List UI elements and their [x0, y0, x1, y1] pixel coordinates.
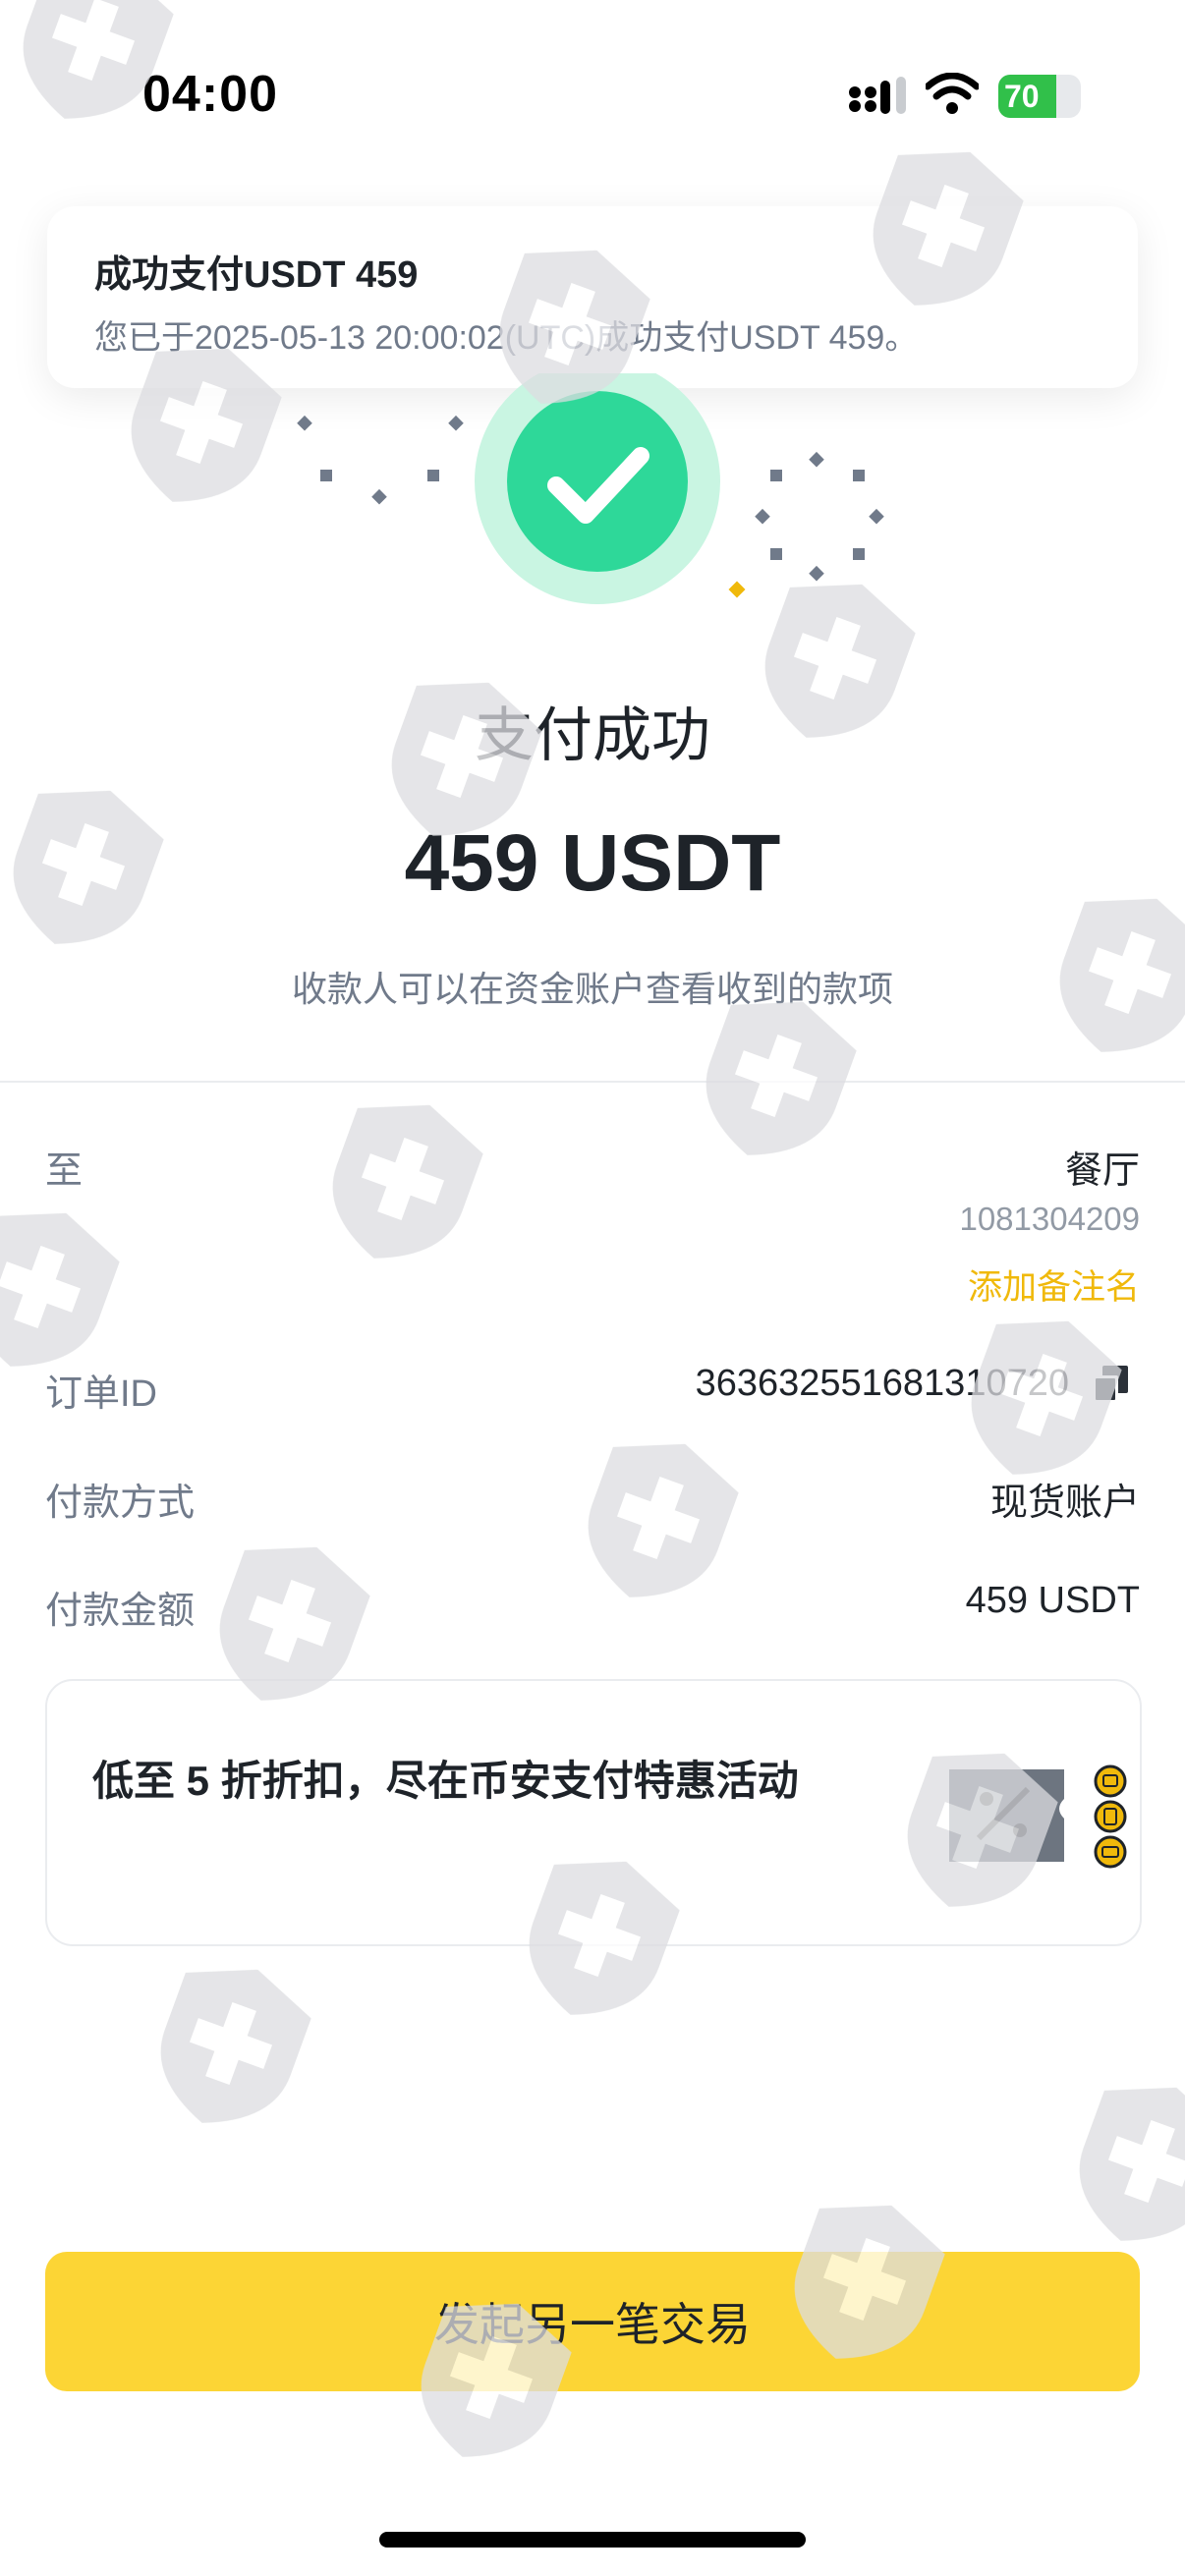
battery-level: 70: [1004, 79, 1040, 114]
order-id-label: 订单ID: [45, 1373, 158, 1415]
section-divider: [0, 1081, 1185, 1083]
check-circle-icon: [507, 391, 688, 572]
confetti-left: [297, 415, 464, 505]
payment-subtitle: 收款人可以在资金账户查看收到的款项: [291, 969, 893, 1009]
wifi-icon: [926, 73, 979, 114]
new-transaction-label: 发起另一笔交易: [434, 2299, 751, 2350]
payment-amount: 459 USDT: [404, 818, 781, 908]
payment-amount-value: 459 USDT: [965, 1580, 1140, 1621]
recipient-id: 1081304209: [959, 1201, 1140, 1237]
notification-message: 您已于2025-05-13 20:00:02(UTC)成功支付USDT 459。: [94, 319, 919, 357]
discount-coupon-icon: [949, 1764, 1127, 1869]
promo-text: 低至 5 折折扣，尽在币安支付特惠活动: [92, 1758, 799, 1804]
payment-amount-label: 付款金额: [45, 1591, 196, 1632]
new-transaction-button[interactable]: 发起另一笔交易: [45, 2252, 1140, 2391]
copy-icon[interactable]: [1093, 1366, 1128, 1403]
payment-notification[interactable]: 成功支付USDT 459 您已于2025-05-13 20:00:02(UTC)…: [47, 206, 1138, 388]
notification-title: 成功支付USDT 459: [94, 254, 419, 296]
confetti-right: [755, 451, 884, 582]
add-note-link[interactable]: 添加备注名: [968, 1260, 1140, 1310]
payment-method-label: 付款方式: [45, 1483, 196, 1524]
order-id-value: 363632551681310720: [695, 1363, 1069, 1404]
payment-status-title: 支付成功: [475, 702, 710, 768]
to-label: 至: [45, 1150, 84, 1192]
payment-method-value: 现货账户: [989, 1483, 1140, 1524]
home-indicator: [379, 2532, 806, 2548]
confetti-yellow: [728, 581, 746, 598]
status-bar: 04:00 70: [0, 0, 1185, 187]
status-time: 04:00: [142, 66, 278, 123]
success-illustration: [297, 373, 884, 604]
cellular-signal-icon: [849, 77, 906, 114]
battery-charging-icon: 70: [998, 75, 1081, 118]
recipient-name: 餐厅: [1064, 1150, 1140, 1192]
promo-banner[interactable]: 低至 5 折折扣，尽在币安支付特惠活动: [45, 1679, 1142, 1946]
